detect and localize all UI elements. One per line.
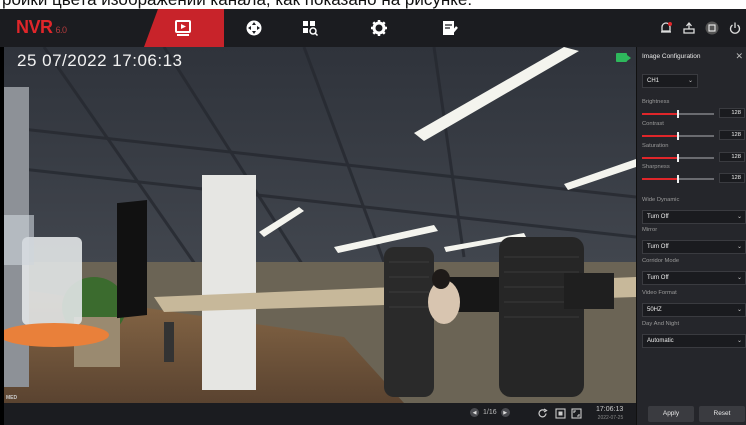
- chevron-down-icon: ⌄: [736, 244, 742, 250]
- camera-control-icon: [246, 20, 262, 36]
- nav-playback[interactable]: [163, 9, 203, 47]
- record-status-icon: [616, 53, 631, 62]
- slider-fill: [642, 113, 678, 115]
- display-icon: [705, 21, 719, 35]
- slider-thumb[interactable]: [677, 154, 679, 162]
- backup-button[interactable]: [680, 19, 698, 37]
- camera-feed-image: [4, 47, 636, 403]
- nav-ptz[interactable]: [234, 9, 274, 47]
- video-format-value: 50HZ: [647, 307, 662, 313]
- sharpness-slider[interactable]: [642, 175, 714, 183]
- saturation-slider[interactable]: [642, 154, 714, 162]
- day-and-night-select[interactable]: Automatic ⌄: [642, 334, 746, 348]
- chevron-down-icon: ⌄: [736, 214, 742, 220]
- corridor-mode-value: Turn Off: [647, 275, 669, 281]
- slider-thumb[interactable]: [677, 175, 679, 183]
- prev-page-button[interactable]: ◀: [470, 408, 479, 417]
- caption-text: ройки цвета изображении канала, как пока…: [2, 0, 472, 8]
- brightness-value-field[interactable]: 128: [719, 108, 745, 118]
- slider-fill: [642, 135, 678, 137]
- apply-button[interactable]: Apply: [648, 406, 694, 422]
- backup-icon: [683, 21, 695, 34]
- caption-strip: ройки цвета изображении канала, как пока…: [0, 0, 746, 9]
- brightness-slider[interactable]: [642, 110, 714, 118]
- bottom-toolbar: ◀ 1/16 ▶ 17:06:13 2022-07-25: [4, 403, 636, 425]
- live-video-view[interactable]: 25 07/2022 17:06:13 MED: [4, 47, 636, 403]
- nav-search[interactable]: [290, 9, 330, 47]
- wide-dynamic-value: Turn Off: [647, 214, 669, 220]
- video-format-select[interactable]: 50HZ ⌄: [642, 303, 746, 317]
- reset-button[interactable]: Reset: [699, 406, 745, 422]
- slider-fill: [642, 178, 678, 180]
- alarm-button[interactable]: [657, 19, 675, 37]
- contrast-value-field[interactable]: 128: [719, 130, 745, 140]
- corridor-mode-label: Corridor Mode: [642, 258, 680, 264]
- top-bar: NVR 6.0: [0, 9, 746, 47]
- mirror-select[interactable]: Turn Off ⌄: [642, 240, 746, 254]
- sharpness-value-field[interactable]: 128: [719, 173, 745, 183]
- layout-icon[interactable]: [555, 408, 566, 419]
- osd-datetime: 25 07/2022 17:06:13: [17, 51, 183, 70]
- maintenance-icon: [443, 21, 458, 35]
- saturation-value-field[interactable]: 128: [719, 152, 745, 162]
- page-navigator: ◀ 1/16 ▶: [470, 408, 510, 417]
- mirror-value: Turn Off: [647, 244, 669, 250]
- chevron-down-icon: ⌄: [736, 307, 742, 313]
- chevron-down-icon: ⌄: [687, 78, 693, 84]
- settings-icon: [371, 20, 387, 36]
- channel-select[interactable]: CH1 ⌄: [642, 74, 698, 88]
- day-and-night-value: Automatic: [647, 338, 674, 344]
- system-clock: 17:06:13 2022-07-25: [596, 406, 624, 421]
- chevron-down-icon: ⌄: [736, 275, 742, 281]
- image-configuration-panel: Image Configuration ✕ CH1 ⌄ Brightness 128…: [636, 47, 746, 425]
- channel-watermark: MED: [6, 395, 18, 401]
- chevron-down-icon: ⌄: [736, 338, 742, 344]
- search-icon: [303, 21, 319, 37]
- fullscreen-icon[interactable]: [571, 408, 582, 419]
- wide-dynamic-label: Wide Dynamic: [642, 197, 680, 203]
- power-icon: [729, 22, 741, 34]
- contrast-slider[interactable]: [642, 132, 714, 140]
- slider-label-sharpness: Sharpness: [642, 164, 670, 170]
- day-and-night-label: Day And Night: [642, 321, 680, 327]
- power-button[interactable]: [726, 19, 744, 37]
- wide-dynamic-select[interactable]: Turn Off ⌄: [642, 210, 746, 224]
- slider-label-brightness: Brightness: [642, 99, 670, 105]
- slider-thumb[interactable]: [677, 110, 679, 118]
- display-button[interactable]: [703, 19, 721, 37]
- app-logo: NVR 6.0: [16, 17, 67, 37]
- nav-maintenance[interactable]: [430, 9, 470, 47]
- slider-thumb[interactable]: [677, 132, 679, 140]
- next-page-button[interactable]: ▶: [500, 408, 510, 417]
- slider-label-saturation: Saturation: [642, 143, 669, 149]
- close-icon[interactable]: ✕: [735, 51, 743, 62]
- panel-title: Image Configuration: [642, 53, 701, 60]
- video-format-label: Video Format: [642, 290, 677, 296]
- alarm-icon: [661, 22, 672, 33]
- refresh-icon[interactable]: [537, 408, 548, 419]
- mirror-label: Mirror: [642, 227, 658, 233]
- slider-fill: [642, 157, 678, 159]
- page-indicator: 1/16: [483, 409, 497, 416]
- slider-label-contrast: Contrast: [642, 121, 664, 127]
- playback-icon: [175, 20, 191, 36]
- nav-settings[interactable]: [359, 9, 399, 47]
- corridor-mode-select[interactable]: Turn Off ⌄: [642, 271, 746, 285]
